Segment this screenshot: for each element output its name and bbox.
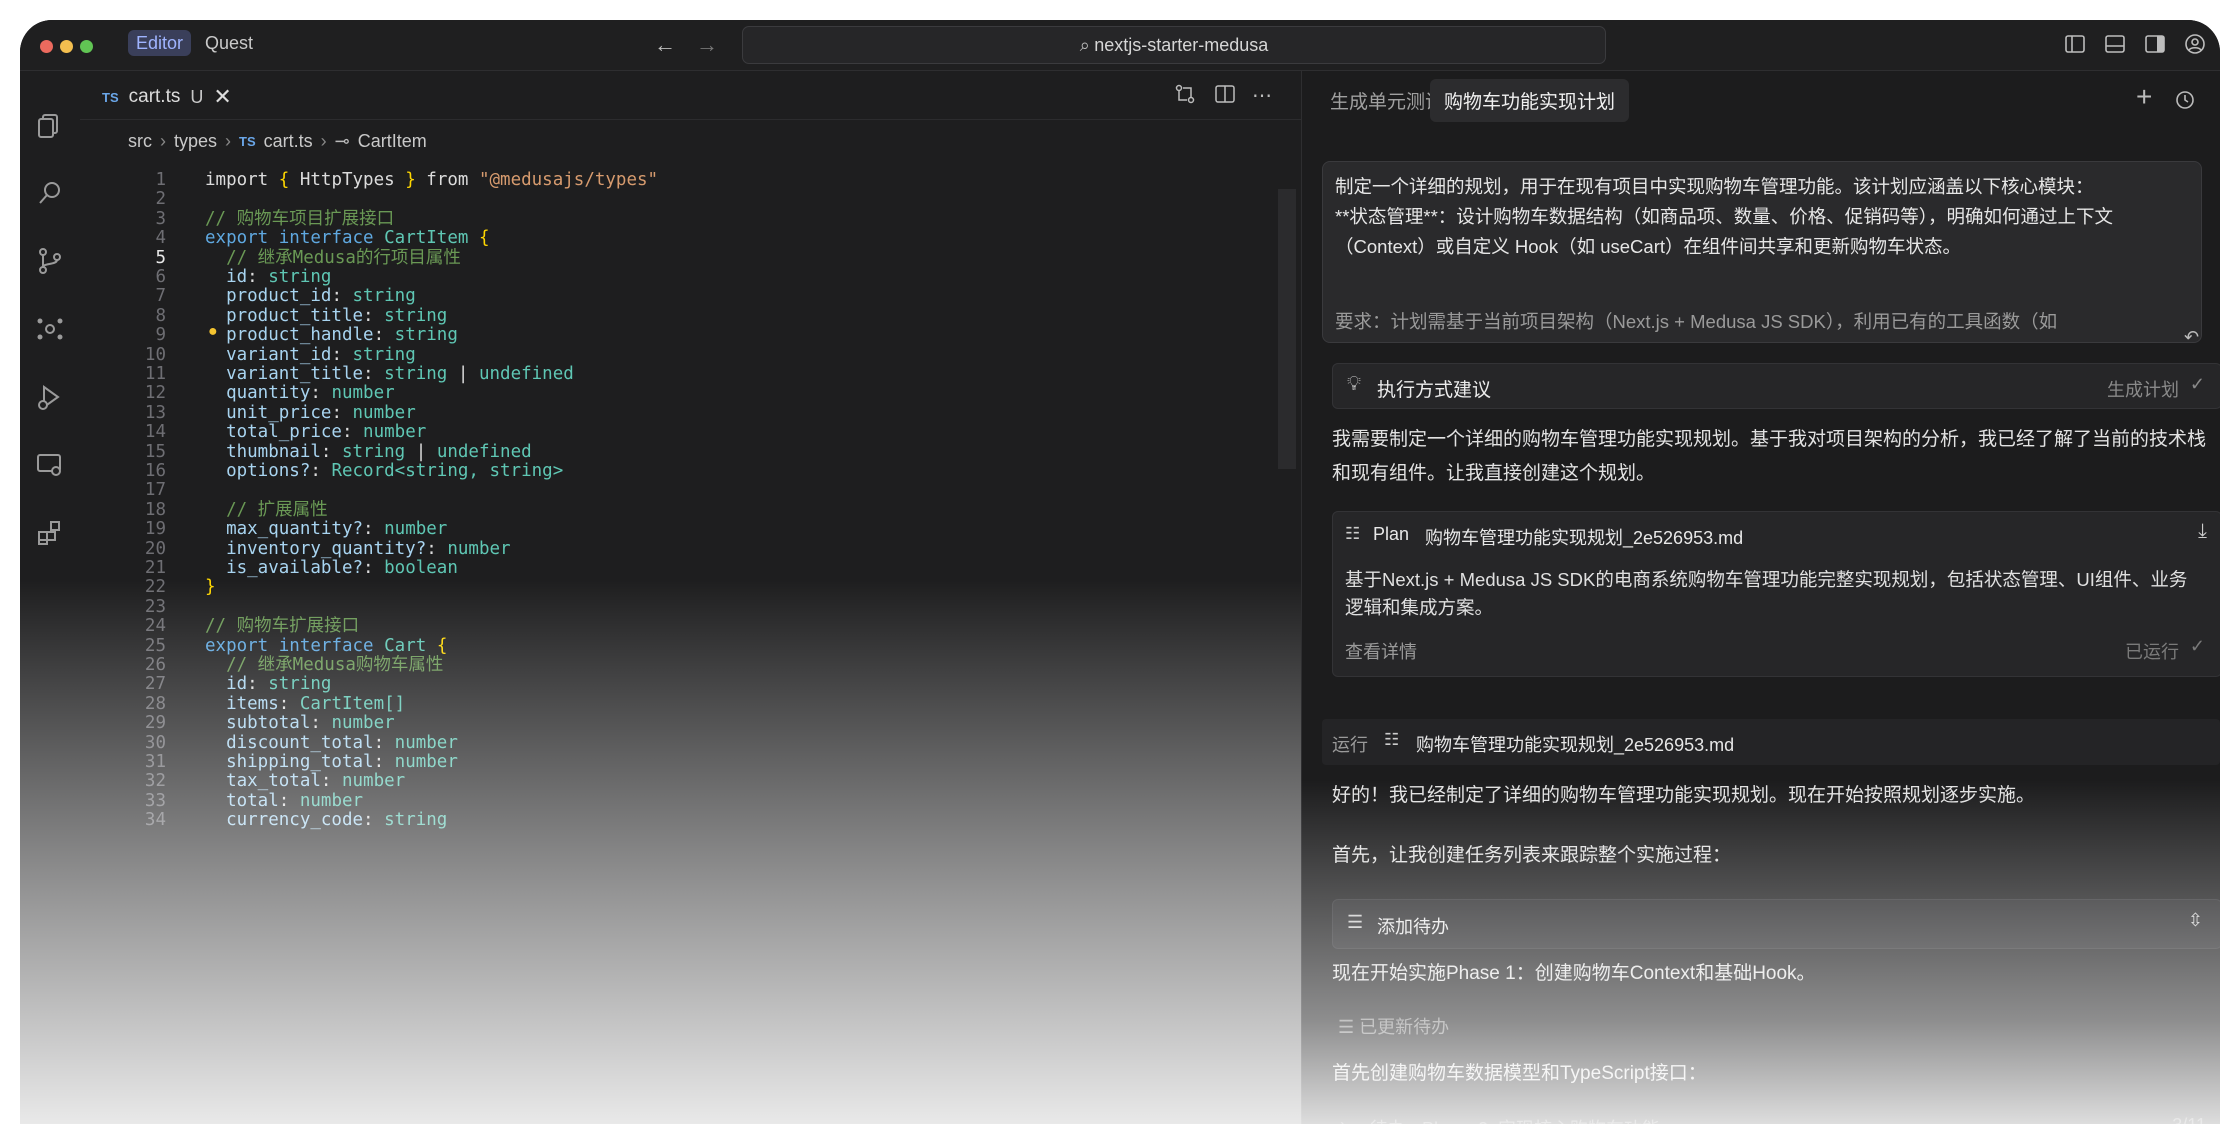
plan-filename: 购物车管理功能实现规划_2e526953.md [1425, 528, 1744, 548]
plan-run-status: 已运行 [2125, 642, 2179, 662]
prompt-box[interactable]: 制定一个详细的规划，用于在现有项目中实现购物车管理功能。该计划应涵盖以下核心模块… [1322, 161, 2202, 343]
history-icon[interactable] [2174, 89, 2196, 111]
code-token: : [363, 810, 385, 831]
activity-bar [20, 71, 80, 1124]
undo-icon[interactable]: ↶ [2184, 327, 2199, 348]
source-control-icon[interactable] [34, 245, 66, 277]
lightbulb-icon: 💡︎ [1347, 373, 1361, 395]
split-editor-icon[interactable] [1214, 83, 1236, 105]
todo-updated-label: 已更新待办 [1359, 1017, 1450, 1037]
run-plan-row[interactable]: 运行 ☷ 购物车管理功能实现规划_2e526953.md [1322, 719, 2220, 765]
search-icon: ⌕ [1079, 35, 1090, 55]
toggle-secondary-sidebar-icon[interactable] [2144, 33, 2166, 55]
title-bar: Editor Quest ← → ⌕ nextjs-starter-medusa [20, 20, 2220, 71]
todo-list-icon: ☰ [1347, 912, 1364, 932]
check-icon: ✓ [2189, 636, 2205, 656]
close-window-button[interactable] [40, 40, 53, 53]
todo-list-icon: ☰ [1338, 1017, 1360, 1037]
interface-symbol-icon: ⊸ [334, 130, 350, 151]
todo-updated-row[interactable]: ☰ 已更新待办 [1338, 1013, 1449, 1039]
breadcrumb-item[interactable]: types [174, 131, 217, 152]
assistant-message: 首先，让我创建任务列表来跟踪整个实施过程： [1332, 845, 1732, 866]
vertical-scrollbar[interactable] [1278, 189, 1296, 469]
extensions-icon[interactable] [34, 517, 66, 549]
close-tab-icon[interactable]: ✕ [213, 84, 231, 110]
typescript-file-icon: TS [102, 89, 119, 105]
chat-tab-unit-tests[interactable]: 生成单元测试 [1330, 87, 1444, 114]
execution-suggestion-card[interactable]: 💡︎ 执行方式建议 生成计划 ✓ [1332, 363, 2220, 409]
chevron-right-icon: › [1340, 1115, 1346, 1124]
plan-description: 基于Next.js + Medusa JS SDK的电商系统购物车管理功能完整实… [1345, 569, 2188, 618]
zoom-window-button[interactable] [80, 40, 93, 53]
plan-list-icon: ☷ [1345, 524, 1361, 543]
ai-chat-panel: 生成单元测试 购物车功能实现计划 + 制定一个详细的规划，用于在现有项目中实现购… [1301, 71, 2220, 1124]
editor-tab-bar: TS cart.ts U ✕ ⋯ [80, 71, 1301, 120]
minimize-window-button[interactable] [60, 40, 73, 53]
assistant-message: 好的！我已经制定了详细的购物车管理功能实现规划。现在开始按照规划逐步实施。 [1332, 785, 2036, 806]
breadcrumb-item[interactable]: CartItem [358, 131, 427, 152]
todo-status: 待办 [1370, 1115, 1406, 1124]
command-search-bar[interactable]: ⌕ nextjs-starter-medusa [742, 26, 1606, 64]
assistant-message: 首先创建购物车数据模型和TypeScript接口： [1332, 1063, 1707, 1084]
add-todo-label: 添加待办 [1377, 917, 1449, 937]
expand-collapse-icon[interactable]: ⇳ [2188, 910, 2203, 931]
explorer-icon[interactable] [34, 109, 66, 141]
breadcrumb-item[interactable]: cart.ts [264, 131, 313, 152]
untracked-status: U [190, 86, 204, 107]
compare-changes-icon[interactable] [1174, 83, 1196, 105]
search-icon[interactable] [34, 177, 66, 209]
line-content: currency_code: string [205, 807, 447, 834]
mode-tab-editor[interactable]: Editor [128, 30, 192, 56]
todo-current-task: Phase 2: 实现核心购物车功能 [1422, 1115, 1660, 1124]
prompt-requirement: 要求：计划需基于当前项目架构（Next.js + Medusa JS SDK），… [1335, 311, 2058, 332]
breadcrumb-item[interactable]: src [128, 131, 152, 152]
new-chat-icon[interactable]: + [2136, 81, 2152, 113]
mode-tab-quest[interactable]: Quest [197, 30, 261, 56]
workspace-name: nextjs-starter-medusa [1094, 35, 1269, 55]
plan-list-icon: ☷ [1384, 730, 1400, 749]
back-arrow-icon[interactable]: ← [654, 32, 676, 58]
assistant-message: 我需要制定一个详细的购物车管理功能实现规划。基于我对项目架构的分析，我已经了解了… [1332, 429, 2207, 484]
check-icon: ✓ [2189, 374, 2205, 394]
prompt-line: 制定一个详细的规划，用于在现有项目中实现购物车管理功能。该计划应涵盖以下核心模块… [1335, 176, 2094, 197]
chevron-right-icon: › [225, 130, 232, 151]
toggle-panel-icon[interactable] [2104, 33, 2126, 55]
generate-plan-status: 生成计划 [2107, 380, 2179, 400]
add-todo-card[interactable]: ☰ 添加待办 ⇳ [1332, 899, 2220, 949]
lightbulb-icon[interactable]: ● [208, 323, 218, 341]
prompt-line: **状态管理**：设计购物车数据结构（如商品项、数量、价格、促销码等），明确如何… [1335, 206, 2114, 257]
more-actions-icon[interactable]: ⋯ [1252, 83, 1272, 108]
plan-card[interactable]: ☷ Plan 购物车管理功能实现规划_2e526953.md ⤓ 基于Next.… [1332, 511, 2220, 677]
code-line[interactable]: 34 currency_code: string [80, 807, 1280, 834]
code-token: string [384, 810, 448, 831]
line-number: 34 [144, 810, 166, 831]
chevron-right-icon: › [320, 130, 327, 151]
assistant-message: 现在开始实施Phase 1：创建购物车Context和基础Hook。 [1332, 963, 1816, 984]
code-token: currency_code [205, 810, 364, 831]
download-icon[interactable]: ⤓ [2198, 520, 2207, 543]
suggestion-label: 执行方式建议 [1377, 380, 1492, 401]
editor-tab-cart-ts[interactable]: TS cart.ts U ✕ [90, 77, 244, 117]
todo-progress-bar[interactable]: › 待办 Phase 2: 实现核心购物车功能 3/11 [1322, 1107, 2220, 1124]
plan-label: Plan [1373, 524, 1410, 544]
code-editor: TS cart.ts U ✕ ⋯ src › types › TS cart.t… [80, 71, 1301, 1124]
breadcrumb: src › types › TS cart.ts › ⊸ CartItem [128, 129, 427, 153]
chevron-right-icon: › [160, 130, 166, 151]
prompt-text: 制定一个详细的规划，用于在现有项目中实现购物车管理功能。该计划应涵盖以下核心模块… [1335, 172, 2185, 262]
tab-filename: cart.ts [128, 86, 181, 107]
run-label: 运行 [1332, 735, 1368, 755]
remote-explorer-icon[interactable] [34, 449, 66, 481]
run-filename: 购物车管理功能实现规划_2e526953.md [1416, 735, 1735, 755]
run-debug-icon[interactable] [34, 381, 66, 413]
todo-count: 3/11 [2172, 1115, 2206, 1124]
forward-arrow-icon[interactable]: → [696, 32, 718, 58]
toggle-sidebar-icon[interactable] [2064, 33, 2086, 55]
account-icon[interactable] [2184, 33, 2206, 55]
app-window: Editor Quest ← → ⌕ nextjs-starter-medusa… [20, 20, 2220, 1124]
view-details-link[interactable]: 查看详情 [1345, 638, 1417, 664]
extensions-graph-icon[interactable] [34, 313, 66, 345]
mode-switcher: Editor Quest [128, 30, 261, 56]
typescript-file-icon: TS [239, 133, 256, 149]
chat-tab-cart-plan[interactable]: 购物车功能实现计划 [1430, 79, 1630, 122]
